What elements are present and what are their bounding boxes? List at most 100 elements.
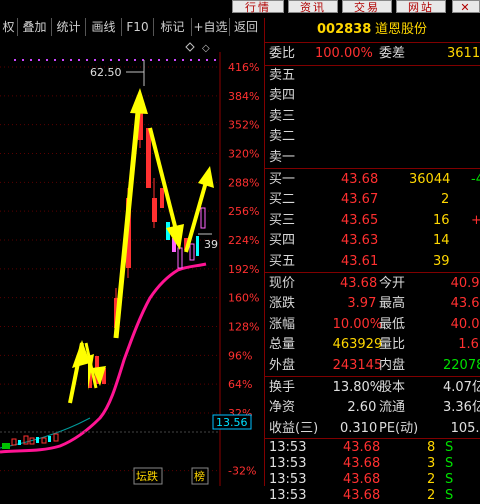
stats-row: 现价 43.68 今开 40.9 bbox=[265, 274, 480, 294]
tag-2: 榜 bbox=[194, 469, 205, 483]
buy-level-label: 买一 bbox=[269, 172, 296, 187]
stat-value: 463929 bbox=[332, 337, 383, 353]
sell-level-label: 卖四 bbox=[269, 88, 296, 104]
sell-level-label: 卖五 bbox=[269, 68, 296, 83]
y-tick-label: 256% bbox=[228, 205, 259, 218]
menu-news[interactable]: 资讯 bbox=[288, 0, 338, 14]
buy-price: 43.67 bbox=[341, 192, 379, 208]
stat-value: 1.6 bbox=[458, 337, 479, 353]
toolbar-add-favorite[interactable]: +自选 bbox=[192, 18, 230, 36]
sell-row: 卖五 bbox=[265, 66, 480, 86]
toolbar-stats[interactable]: 统计 bbox=[52, 18, 86, 36]
stats-row: 外盘 243145内盘 22078 bbox=[265, 356, 480, 376]
sell-row: 卖一 bbox=[265, 148, 480, 168]
toolbar-overlay[interactable]: 叠加 bbox=[18, 18, 52, 36]
tick-time: 13:53 bbox=[269, 456, 307, 471]
toolbar-back[interactable]: 返回 bbox=[230, 18, 262, 36]
tick-volume: 3 bbox=[427, 456, 436, 471]
buy-volume: 16 bbox=[433, 212, 450, 228]
tick-volume: 8 bbox=[427, 440, 436, 455]
marker-label: 39 bbox=[204, 238, 218, 251]
diamond-icon[interactable] bbox=[185, 42, 195, 52]
buy-change: + bbox=[471, 212, 480, 228]
stat-label: 量比 bbox=[379, 337, 406, 353]
kline-chart-svg: ◇ 416% 384% 352% 320% 288% 256% 224% 192% 160% 12… bbox=[0, 42, 259, 486]
toolbar-mark[interactable]: 标记 bbox=[154, 18, 192, 36]
stat-label: 今开 bbox=[379, 276, 406, 291]
stat-value: 10.00% bbox=[332, 316, 383, 332]
menu-trade[interactable]: 交易 bbox=[342, 0, 392, 14]
stats-row: 净资 2.60 流通 3.36亿 bbox=[265, 398, 480, 418]
tick-volume: 2 bbox=[427, 488, 436, 503]
tick-price: 43.68 bbox=[343, 440, 381, 455]
y-tick-label: 160% bbox=[228, 292, 259, 305]
order-diff-value: 3611 bbox=[447, 46, 480, 61]
toolbar-draw[interactable]: 画线 bbox=[86, 18, 122, 36]
menu-close-button[interactable]: ✕ bbox=[452, 0, 480, 14]
stat-value: 3.36亿 bbox=[443, 400, 480, 416]
order-ratio-row: 委比 100.00% 委差 3611 bbox=[265, 44, 480, 64]
stat-value: 13.80% bbox=[332, 380, 383, 395]
sell-level-label: 卖二 bbox=[269, 129, 296, 145]
stat-value: 3.97 bbox=[347, 296, 377, 312]
menu-website[interactable]: 网站 bbox=[396, 0, 446, 14]
stats-row: 总量 463929 量比 1.6 bbox=[265, 335, 480, 355]
current-value: 13.56 bbox=[216, 416, 248, 429]
stat-label: 净资 bbox=[269, 400, 296, 416]
stat-label: 最低 bbox=[379, 316, 406, 332]
stat-label: 涨跌 bbox=[269, 296, 296, 312]
sell-row: 卖四 bbox=[265, 86, 480, 106]
kline-chart[interactable]: ◇ 416% 384% 352% 320% 288% 256% 224% 192% 160% 12… bbox=[0, 38, 264, 486]
stats-row: 涨幅 10.00% 最低 40.0 bbox=[265, 315, 480, 335]
stat-value: 22078 bbox=[443, 357, 480, 373]
tick-row: 13:53 43.68 8 S bbox=[265, 440, 480, 456]
tick-direction: S bbox=[445, 488, 454, 503]
y-tick-label: 128% bbox=[228, 321, 259, 334]
stat-value: 43.68 bbox=[340, 276, 378, 291]
buy-level-label: 买二 bbox=[269, 192, 296, 208]
stat-value: 4.07亿 bbox=[443, 380, 480, 395]
y-tick-label: 320% bbox=[228, 148, 259, 161]
y-tick-label: 352% bbox=[228, 119, 259, 132]
chart-toolbar: 权 叠加 统计 画线 F10 标记 +自选 返回 bbox=[0, 18, 262, 36]
buy-row: 买四 43.63 14 bbox=[265, 231, 480, 251]
stat-value: 40.0 bbox=[450, 316, 480, 332]
order-ratio-value: 100.00% bbox=[315, 46, 373, 61]
tick-time: 13:53 bbox=[269, 488, 307, 503]
tick-price: 43.68 bbox=[343, 488, 381, 503]
sell-level-label: 卖三 bbox=[269, 108, 296, 124]
y-tick-label: 288% bbox=[228, 176, 259, 189]
buy-price: 43.61 bbox=[341, 253, 379, 269]
stat-label: PE(动) bbox=[379, 420, 419, 436]
stat-label: 股本 bbox=[379, 380, 406, 395]
y-tick-label: -32% bbox=[228, 465, 256, 478]
stat-label: 换手 bbox=[269, 380, 296, 395]
buy-price: 43.68 bbox=[341, 172, 379, 187]
y-tick-label: 384% bbox=[228, 90, 259, 103]
y-tick-label: 96% bbox=[228, 349, 252, 362]
toolbar-f10[interactable]: F10 bbox=[122, 18, 154, 36]
stat-value: 2.60 bbox=[347, 400, 377, 416]
buy-level-label: 买三 bbox=[269, 212, 296, 228]
stat-label: 流通 bbox=[379, 400, 406, 416]
buy-price: 43.63 bbox=[341, 233, 379, 249]
buy-row: 买五 43.61 39 bbox=[265, 252, 480, 272]
stock-name: 道恩股份 bbox=[375, 22, 428, 37]
stat-value: 243145 bbox=[332, 357, 383, 373]
menu-quotes[interactable]: 行情 bbox=[232, 0, 284, 14]
stat-label: 现价 bbox=[269, 276, 296, 291]
ma-line bbox=[0, 262, 207, 454]
buy-row: 买三 43.65 16 + bbox=[265, 211, 480, 231]
expand-icon[interactable]: ◇ bbox=[202, 43, 210, 54]
toolbar-rights[interactable]: 权 bbox=[0, 18, 18, 36]
stock-code: 002838 bbox=[317, 22, 372, 37]
stat-label: 涨幅 bbox=[269, 316, 296, 332]
top-menu: 行情 资讯 交易 网站 ✕ bbox=[0, 0, 480, 14]
stat-value: 40.9 bbox=[450, 276, 480, 291]
stat-label: 收益(三) bbox=[269, 420, 319, 436]
tick-row: 13:53 43.68 3 S bbox=[265, 456, 480, 472]
stat-value: 105. bbox=[450, 420, 480, 436]
stat-label: 外盘 bbox=[269, 357, 296, 373]
stat-value: 0.310 bbox=[340, 420, 378, 436]
buy-price: 43.65 bbox=[341, 212, 379, 228]
